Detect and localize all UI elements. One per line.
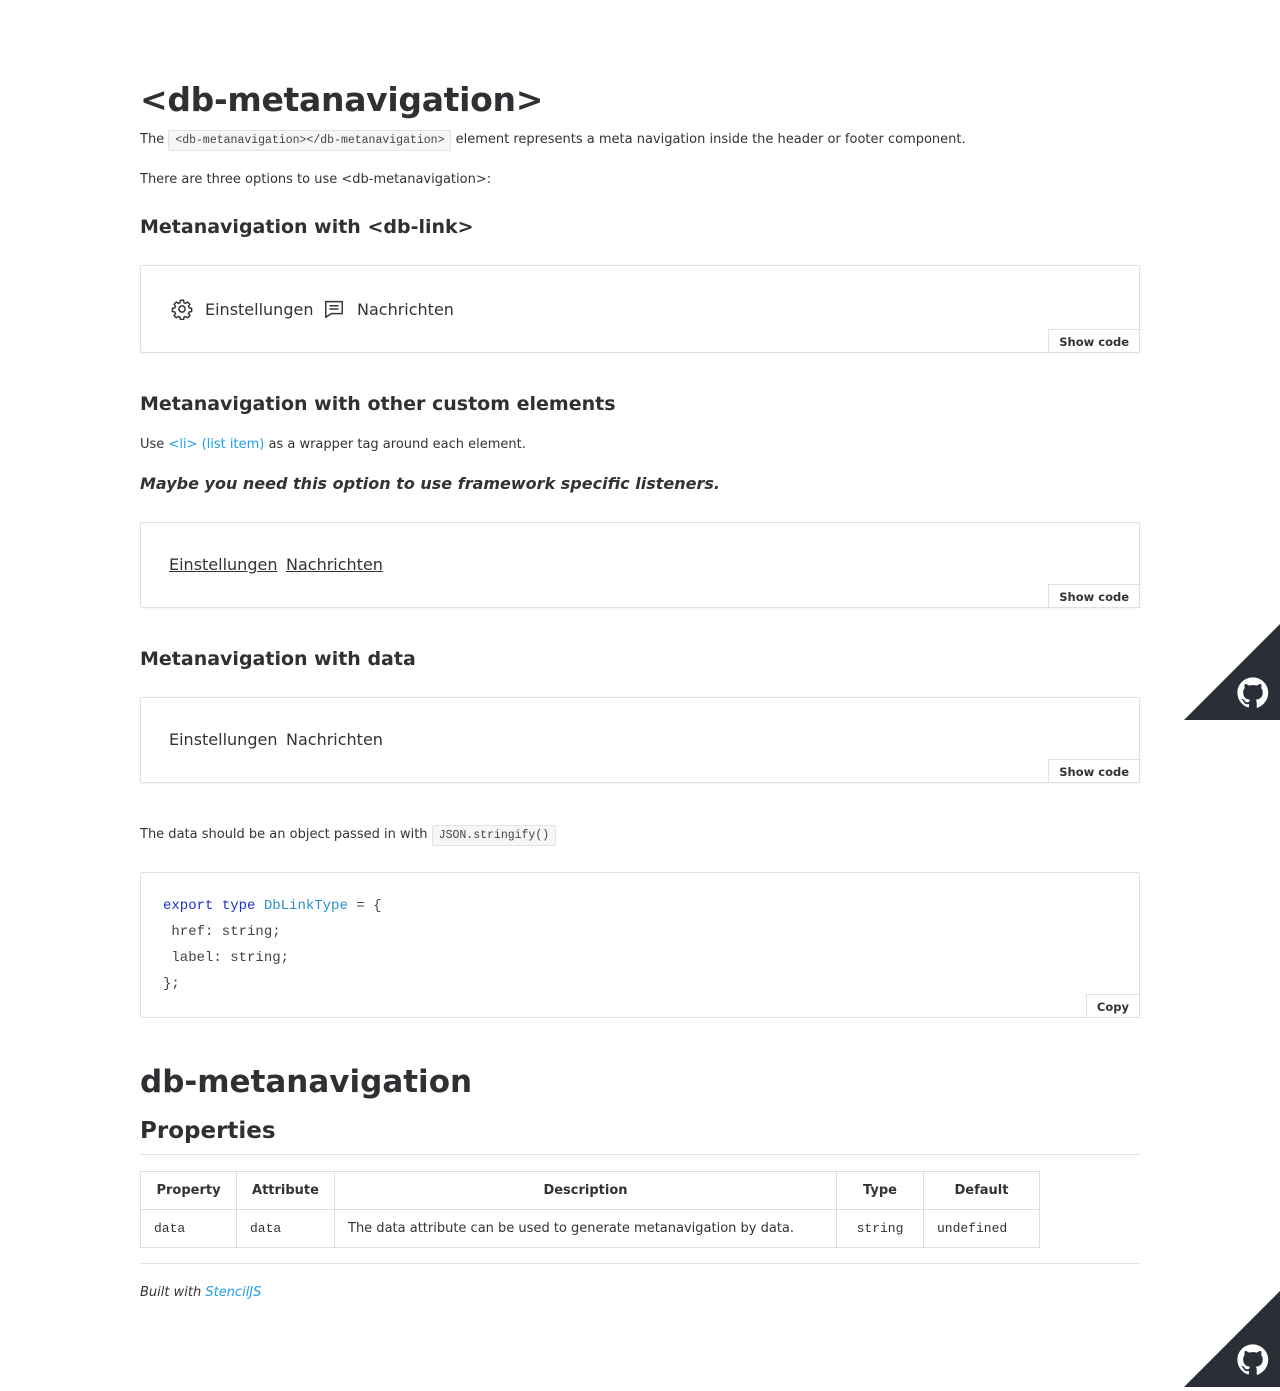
table-row: data data The data attribute can be used… <box>140 1209 1040 1248</box>
intro-paragraph: The <db-metanavigation></db-metanavigati… <box>140 129 966 152</box>
cell-description: The data attribute can be used to genera… <box>334 1209 837 1248</box>
code-punct: = { <box>347 898 382 914</box>
demo-box-custom-elements: Einstellungen Nachrichten Show code <box>140 522 1140 608</box>
custom-link-nachrichten[interactable]: Nachrichten <box>286 555 383 574</box>
properties-table: Property Attribute Description Type Defa… <box>140 1171 1040 1248</box>
data-link-einstellungen[interactable]: Einstellungen <box>169 730 277 749</box>
demo-box-db-link: Einstellungen Nachrichten Show code <box>140 265 1140 353</box>
use-li-paragraph: Use <li> (list item) as a wrapper tag ar… <box>140 434 526 456</box>
code-line-2: href: string; <box>163 924 281 940</box>
meta-link-label: Einstellungen <box>205 299 314 319</box>
code-line-3: label: string; <box>163 950 290 966</box>
properties-heading: Properties <box>140 1118 276 1144</box>
github-corner-icon <box>1184 624 1280 720</box>
intro-suffix: element represents a meta navigation ins… <box>455 132 966 147</box>
list-item-link[interactable]: <li> (list item) <box>168 437 264 452</box>
show-code-button[interactable]: Show code <box>1048 329 1140 353</box>
data-link-nachrichten[interactable]: Nachrichten <box>286 730 383 749</box>
column-header-attribute: Attribute <box>236 1171 335 1210</box>
code-keyword: type <box>221 898 256 914</box>
cell-type: string <box>836 1209 924 1248</box>
table-header-row: Property Attribute Description Type Defa… <box>140 1171 1040 1210</box>
options-paragraph: There are three options to use <db-metan… <box>140 172 492 187</box>
meta-link-label: Nachrichten <box>357 299 454 319</box>
page-title: <db-metanavigation> <box>140 80 544 119</box>
framework-note: Maybe you need this option to use framew… <box>140 474 720 493</box>
data-note-paragraph: The data should be an object passed in w… <box>140 824 557 847</box>
code-keyword: export <box>163 898 214 914</box>
meta-link-nachrichten[interactable]: Nachrichten <box>323 298 454 320</box>
cell-attribute: data <box>236 1209 335 1248</box>
gear-icon <box>171 299 193 320</box>
intro-prefix: The <box>140 132 165 147</box>
copy-button[interactable]: Copy <box>1085 994 1140 1018</box>
stenciljs-link[interactable]: StencilJS <box>205 1285 261 1300</box>
github-corner-link-bottom[interactable] <box>1184 1291 1280 1387</box>
column-header-type: Type <box>836 1171 924 1210</box>
divider <box>140 1154 1140 1155</box>
section-heading-db-link: Metanavigation with <db-link> <box>140 216 474 238</box>
code-type-name: DbLinkType <box>263 898 348 914</box>
cell-property: data <box>140 1209 237 1248</box>
code-line-4: }; <box>163 976 180 992</box>
chat-icon <box>325 300 343 318</box>
column-header-description: Description <box>334 1171 837 1210</box>
code-line-1: export type DbLinkType = { <box>163 898 381 914</box>
column-header-default: Default <box>923 1171 1040 1210</box>
code-sample-block[interactable]: export type DbLinkType = { href: string;… <box>140 872 1140 1018</box>
footer-divider <box>140 1263 1140 1264</box>
github-corner-icon <box>1184 1291 1280 1387</box>
demo-box-data: Einstellungen Nachrichten Show code <box>140 697 1140 783</box>
meta-link-einstellungen[interactable]: Einstellungen <box>171 298 313 320</box>
custom-link-einstellungen[interactable]: Einstellungen <box>169 555 277 574</box>
section-heading-data: Metanavigation with data <box>140 648 416 670</box>
built-with: Built with StencilJS <box>140 1285 261 1300</box>
intro-code: <db-metanavigation></db-metanavigation> <box>168 130 452 151</box>
component-heading: db-metanavigation <box>140 1064 473 1100</box>
use-suffix: as a wrapper tag around each element. <box>268 437 526 452</box>
show-code-button[interactable]: Show code <box>1048 759 1140 783</box>
show-code-button[interactable]: Show code <box>1048 584 1140 608</box>
section-heading-custom-elements: Metanavigation with other custom element… <box>140 393 616 415</box>
cell-default: undefined <box>923 1209 1040 1248</box>
data-note-prefix: The data should be an object passed in w… <box>140 827 428 842</box>
built-with-prefix: Built with <box>140 1285 202 1300</box>
github-corner-link[interactable] <box>1184 624 1280 720</box>
use-prefix: Use <box>140 437 165 452</box>
column-header-property: Property <box>140 1171 237 1210</box>
data-note-code: JSON.stringify() <box>431 825 557 846</box>
